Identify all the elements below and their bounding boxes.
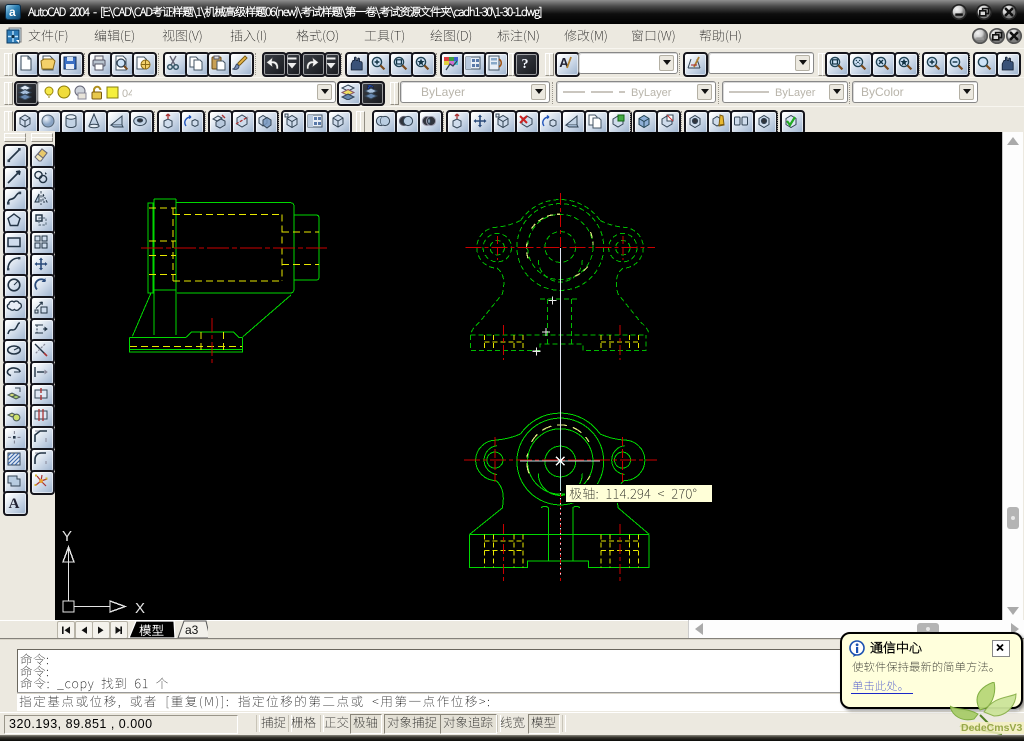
svg-text:Y: Y	[62, 528, 72, 545]
svg-text:X: X	[135, 600, 145, 617]
svg-text:ByLayer: ByLayer	[775, 87, 816, 99]
svg-text:ByLayer: ByLayer	[631, 87, 672, 99]
svg-text:04: 04	[122, 88, 132, 100]
